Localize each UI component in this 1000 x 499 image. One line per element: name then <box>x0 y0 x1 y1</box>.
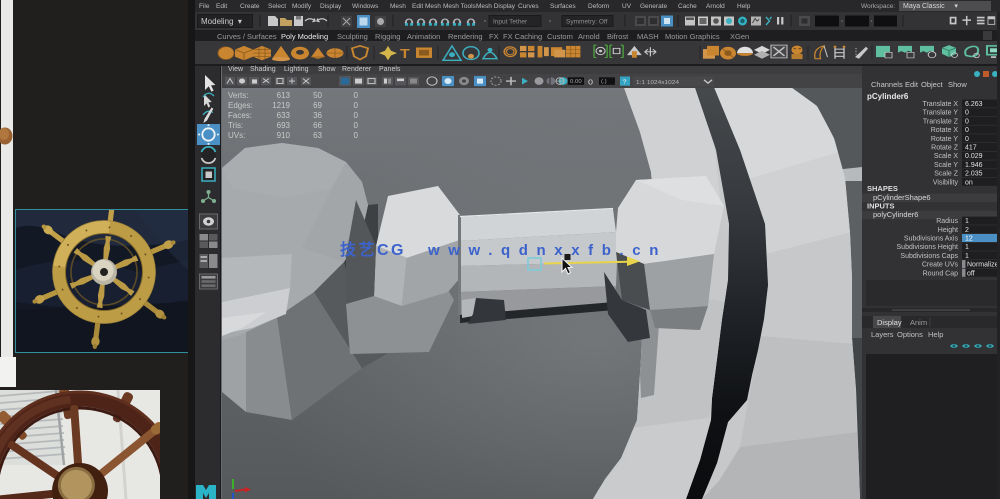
svg-text:693: 693 <box>277 121 291 130</box>
svg-text:0: 0 <box>965 110 969 117</box>
svg-text:1.946: 1.946 <box>965 162 983 169</box>
svg-text:Translate Y: Translate Y <box>923 110 959 117</box>
svg-text:Scale X: Scale X <box>934 153 958 160</box>
svg-text:Rotate Z: Rotate Z <box>931 145 959 152</box>
svg-text:Anim: Anim <box>910 318 927 327</box>
svg-text:66: 66 <box>313 121 322 130</box>
svg-text:SHAPES: SHAPES <box>867 184 898 193</box>
svg-text:Translate X: Translate X <box>922 101 958 108</box>
svg-text:0: 0 <box>965 127 969 134</box>
svg-text:Edit: Edit <box>905 80 919 89</box>
svg-text:63: 63 <box>313 131 322 140</box>
svg-text:2.035: 2.035 <box>965 171 983 178</box>
svg-text:1: 1 <box>965 253 969 260</box>
svg-text:Rotate Y: Rotate Y <box>931 136 958 143</box>
svg-text:Tris:: Tris: <box>228 121 243 130</box>
svg-text:Edges:: Edges: <box>228 101 253 110</box>
svg-text:0: 0 <box>588 77 593 86</box>
svg-text:69: 69 <box>313 101 322 110</box>
svg-text:2: 2 <box>965 227 969 234</box>
svg-text:613: 613 <box>277 91 291 100</box>
svg-text:1: 1 <box>965 218 969 225</box>
svg-text:0: 0 <box>965 118 969 125</box>
svg-text:12: 12 <box>965 236 973 243</box>
svg-text:polyCylinder6: polyCylinder6 <box>873 210 918 219</box>
svg-text:pCylinder6: pCylinder6 <box>867 92 909 101</box>
svg-text:1:1 1024x1024: 1:1 1024x1024 <box>636 80 680 85</box>
svg-text:0: 0 <box>354 131 359 140</box>
svg-text:417: 417 <box>965 145 977 152</box>
svg-text:INPUTS: INPUTS <box>867 202 895 211</box>
svg-text:off: off <box>967 270 975 277</box>
svg-text:0.00: 0.00 <box>570 80 582 85</box>
svg-text:633: 633 <box>277 111 291 120</box>
svg-text:Height: Height <box>938 227 958 234</box>
svg-text:Subdivisions Caps: Subdivisions Caps <box>900 253 958 260</box>
svg-text:Symmetry: Off: Symmetry: Off <box>566 19 608 26</box>
svg-text:Radius: Radius <box>936 218 958 225</box>
svg-text:Create UVs: Create UVs <box>922 262 959 269</box>
svg-text:Object: Object <box>921 80 944 89</box>
svg-text:Display: Display <box>877 318 902 327</box>
svg-text:技艺CG: 技艺CG <box>340 240 406 259</box>
svg-text:UVs:: UVs: <box>228 131 245 140</box>
svg-text:0: 0 <box>965 136 969 143</box>
svg-text:(.): (.) <box>601 80 607 85</box>
svg-text:Round Cap: Round Cap <box>923 270 959 277</box>
svg-text:?: ? <box>623 79 627 85</box>
svg-text:Scale Y: Scale Y <box>934 162 958 169</box>
svg-text:Scale Z: Scale Z <box>934 171 958 178</box>
svg-text:0: 0 <box>354 101 359 110</box>
svg-text:0: 0 <box>354 91 359 100</box>
svg-text:Show: Show <box>948 80 967 89</box>
svg-text:on: on <box>965 179 973 186</box>
svg-text:Subdivisions Axis: Subdivisions Axis <box>904 236 959 243</box>
svg-text:1: 1 <box>965 244 969 251</box>
svg-text:0.029: 0.029 <box>965 153 983 160</box>
svg-text:www.qdnxxfb.cn: www.qdnxxfb.cn <box>427 242 667 259</box>
svg-text:Channels: Channels <box>871 80 903 89</box>
svg-text:Rotate X: Rotate X <box>931 127 959 134</box>
svg-text:Layers: Layers <box>871 330 894 339</box>
svg-text:Options: Options <box>897 330 923 339</box>
svg-text:50: 50 <box>313 91 322 100</box>
svg-text:0: 0 <box>354 121 359 130</box>
svg-text:36: 36 <box>313 111 322 120</box>
svg-text:Visibility: Visibility <box>933 179 959 186</box>
svg-text:Subdivisions Height: Subdivisions Height <box>897 244 959 251</box>
svg-text:0: 0 <box>354 111 359 120</box>
svg-text:Input Tether: Input Tether <box>493 19 528 26</box>
svg-text:T: T <box>400 47 410 61</box>
svg-text:Faces:: Faces: <box>228 111 252 120</box>
svg-text:Verts:: Verts: <box>228 91 248 100</box>
svg-text:6.263: 6.263 <box>965 101 983 108</box>
svg-text:Normalize..: Normalize.. <box>967 262 1000 269</box>
svg-text:910: 910 <box>277 131 291 140</box>
svg-text:Help: Help <box>928 330 943 339</box>
svg-text:1219: 1219 <box>272 101 290 110</box>
svg-text:Translate Z: Translate Z <box>923 118 959 125</box>
